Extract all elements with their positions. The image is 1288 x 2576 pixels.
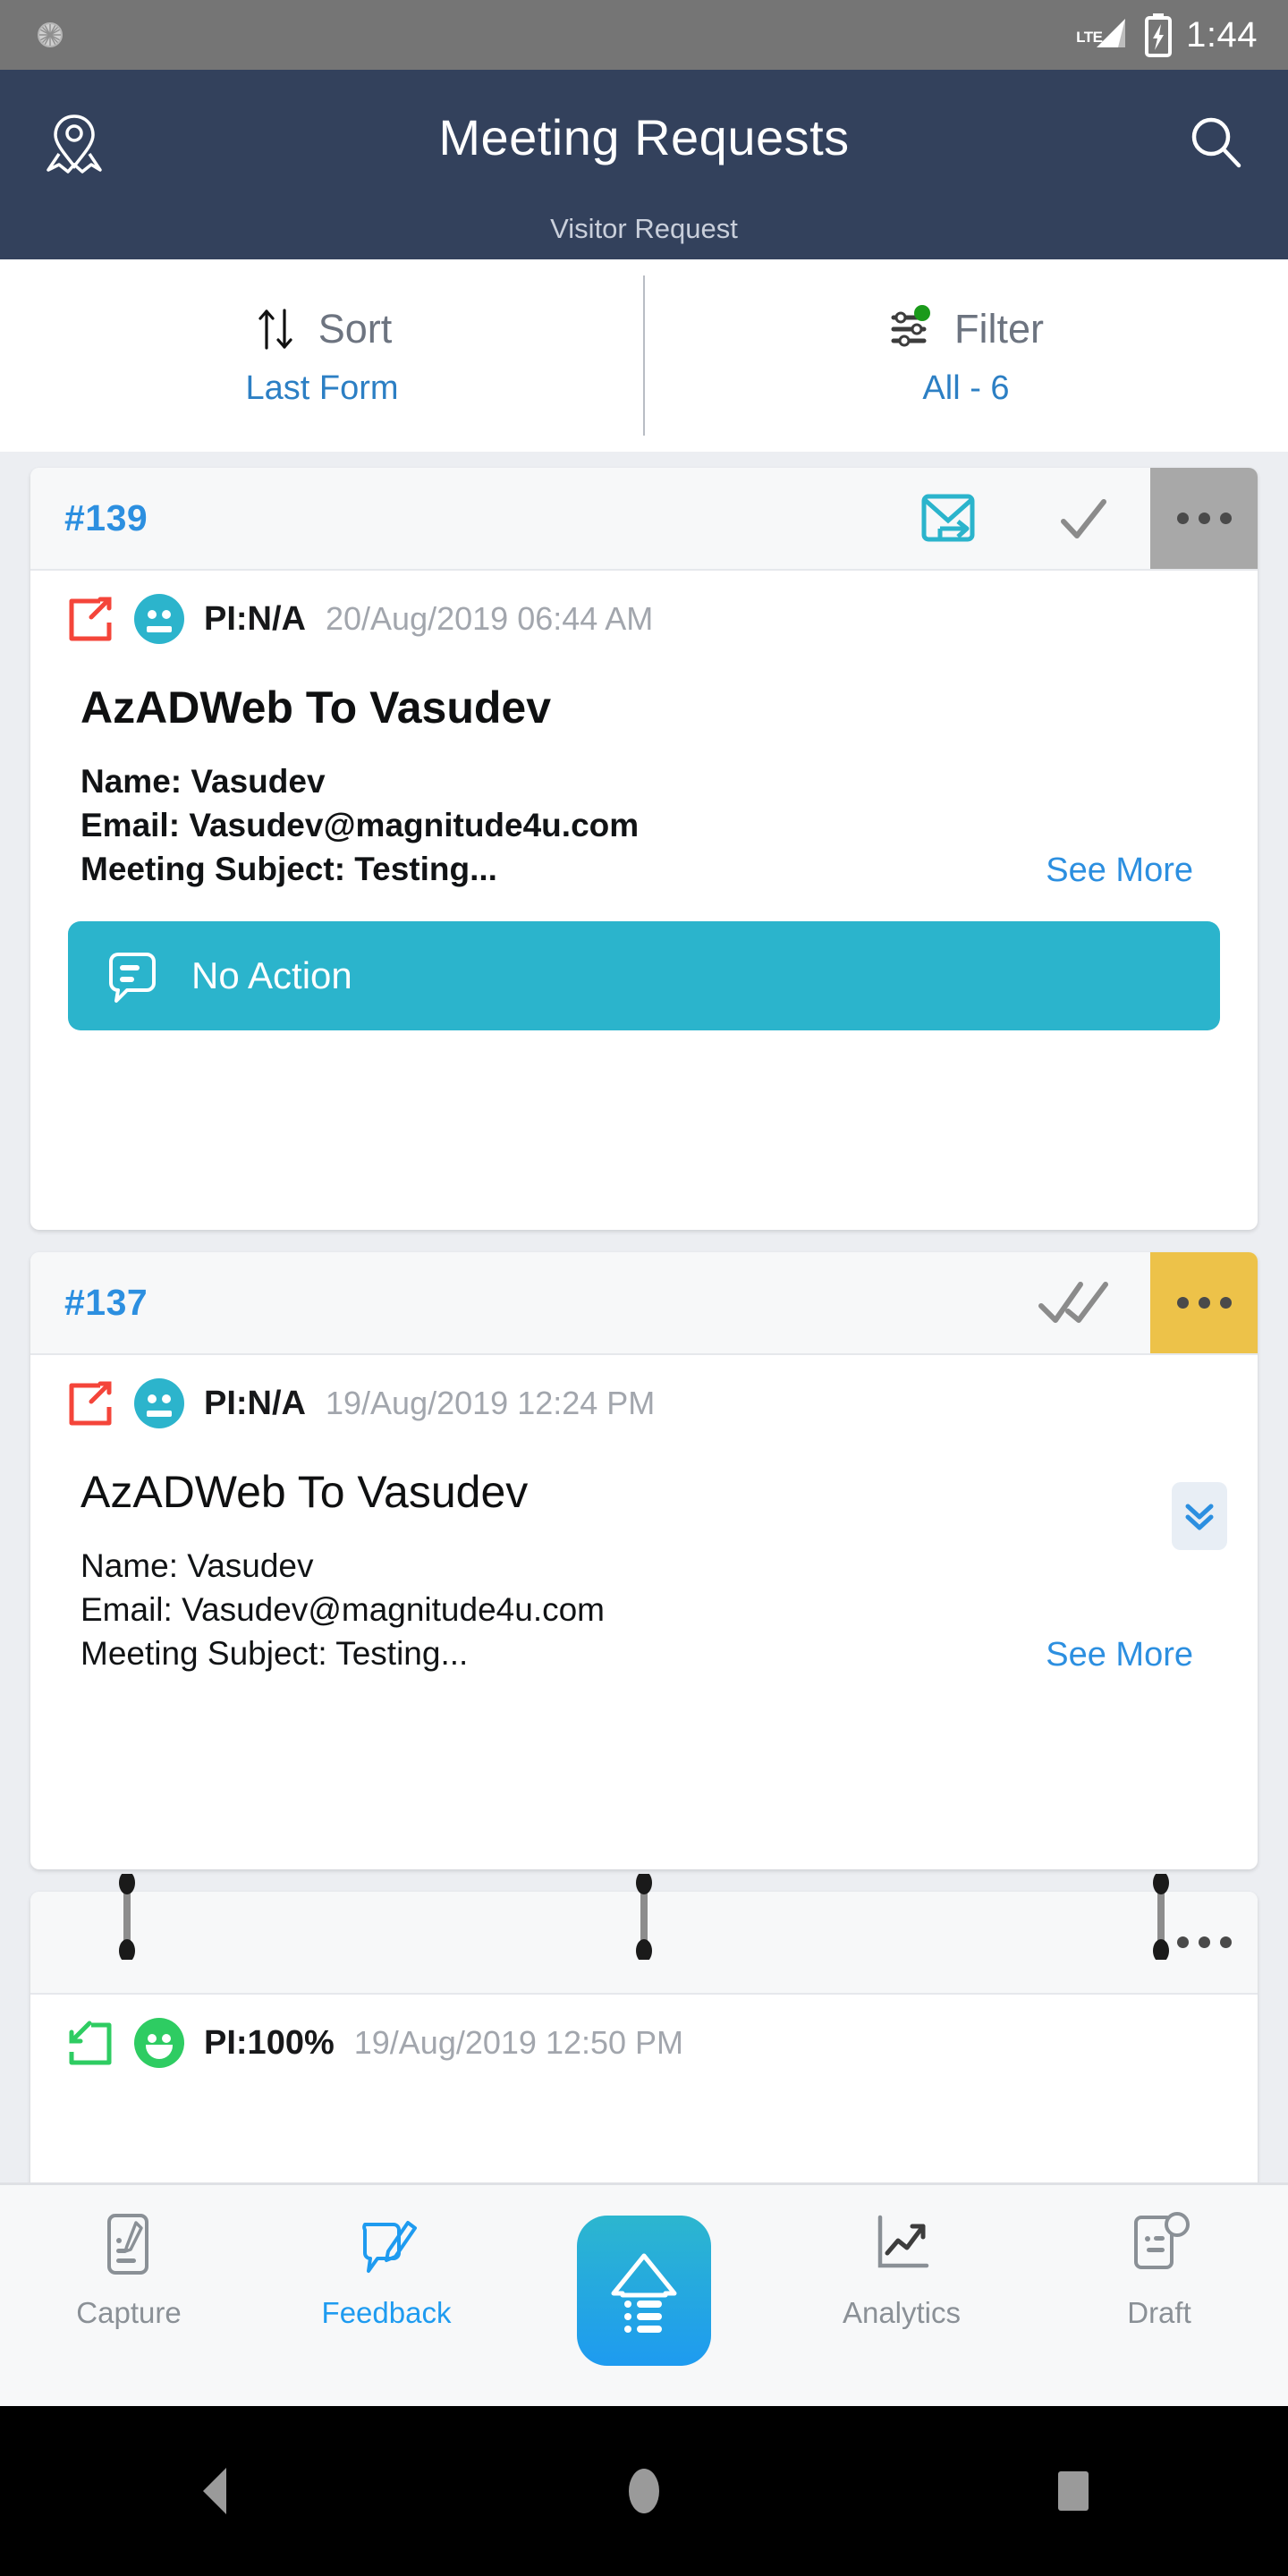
no-action-button[interactable]: No Action xyxy=(68,921,1220,1031)
no-action-label: No Action xyxy=(191,954,352,997)
request-id[interactable]: #137 xyxy=(64,1282,148,1324)
see-more-link[interactable]: See More xyxy=(1046,852,1193,890)
detail-line: Name: Vasudev xyxy=(80,763,326,800)
request-title: AzADWeb To Vasudev xyxy=(80,1467,529,1517)
home-circle-icon xyxy=(629,2469,659,2513)
timestamp: 19/Aug/2019 12:24 PM xyxy=(326,1385,656,1421)
capture-note-icon xyxy=(107,2214,148,2275)
card-meta-row: PI:100% 19/Aug/2019 12:50 PM xyxy=(30,1995,1258,2068)
card-meta-row: PI:N/A 19/Aug/2019 12:24 PM xyxy=(30,1355,1258,1428)
page-subtitle: Visitor Request xyxy=(550,213,738,244)
nav-item-home[interactable] xyxy=(515,2185,773,2406)
home-center-button[interactable] xyxy=(577,2216,711,2366)
brightness-sun-icon xyxy=(38,22,63,47)
sort-arrows-icon xyxy=(258,309,292,350)
card-header: #137 xyxy=(30,1252,1258,1355)
timestamp: 19/Aug/2019 12:50 PM xyxy=(353,2024,684,2061)
app-bar: Meeting Requests Visitor Request xyxy=(0,70,1288,259)
drag-handle[interactable] xyxy=(1148,1874,1174,1960)
drag-handle[interactable] xyxy=(114,1874,140,1960)
status-bar-left xyxy=(30,15,70,55)
search-icon[interactable] xyxy=(1186,113,1245,172)
pi-value: PI:N/A xyxy=(204,1384,306,1422)
card-more-button[interactable] xyxy=(1150,468,1258,569)
nav-label-draft: Draft xyxy=(1127,2296,1191,2329)
more-dots-icon xyxy=(1176,513,1232,524)
request-id[interactable]: #139 xyxy=(64,497,148,539)
back-triangle-icon xyxy=(203,2468,226,2514)
request-card[interactable]: #139 PI:N/A 20/Aug/2019 06:44 AM AzADWeb… xyxy=(30,468,1258,1230)
pi-value: PI:N/A xyxy=(204,599,306,638)
feedback-pencil-icon xyxy=(362,2221,417,2273)
battery-charging-icon xyxy=(1145,13,1173,57)
filter-sliders-icon xyxy=(891,305,930,347)
status-bar: LTE 1:44 xyxy=(0,0,1288,70)
status-bar-right: LTE 1:44 xyxy=(1073,13,1258,57)
clock-label: 1:44 xyxy=(1186,14,1258,55)
home-list-icon xyxy=(611,2253,677,2333)
card-meta-row: PI:N/A 20/Aug/2019 06:44 AM xyxy=(30,571,1258,644)
sort-value[interactable]: Last Form xyxy=(245,369,398,408)
mail-forward-icon[interactable] xyxy=(882,487,1016,551)
android-recents-button[interactable] xyxy=(859,2471,1288,2511)
phone-screen: LTE 1:44 Meeting Requests Visitor Reques… xyxy=(0,0,1288,2576)
double-check-icon[interactable] xyxy=(1016,1274,1150,1333)
more-dots-icon xyxy=(1176,1297,1232,1309)
comment-lines-icon xyxy=(109,953,156,1004)
pi-value: PI:100% xyxy=(204,2023,335,2062)
page-title: Meeting Requests xyxy=(438,108,850,165)
recents-square-icon xyxy=(1058,2471,1089,2511)
filter-value[interactable]: All - 6 xyxy=(922,369,1009,408)
sort-label: Sort xyxy=(318,306,393,352)
see-more-link[interactable]: See More xyxy=(1046,1636,1193,1674)
expand-card-button[interactable] xyxy=(1172,1482,1227,1550)
sort-top-row: Sort xyxy=(252,303,393,355)
drag-handle[interactable] xyxy=(631,1874,657,1960)
nav-label-feedback: Feedback xyxy=(321,2296,452,2329)
nav-label-capture: Capture xyxy=(76,2296,182,2329)
nav-item-analytics[interactable]: Analytics xyxy=(773,2185,1030,2406)
request-list[interactable]: #139 PI:N/A 20/Aug/2019 06:44 AM AzADWeb… xyxy=(0,452,1288,2182)
inbound-arrow-icon xyxy=(69,2021,112,2065)
request-details: Name: Vasudev Email: Vasudev@magnitude4u… xyxy=(80,760,1258,891)
timestamp: 20/Aug/2019 06:44 AM xyxy=(326,600,654,637)
chevron-double-down-icon xyxy=(1185,1504,1214,1530)
neutral-face-icon xyxy=(134,594,184,644)
neutral-face-icon xyxy=(134,1378,184,1428)
outbound-arrow-icon xyxy=(69,597,112,641)
request-details: Name: Vasudev Email: Vasudev@magnitude4u… xyxy=(80,1545,1258,1675)
sort-filter-bar: Sort Last Form Filter All - 6 xyxy=(0,259,1288,452)
single-check-icon[interactable] xyxy=(1016,489,1150,548)
sort-control[interactable]: Sort Last Form xyxy=(0,259,644,452)
nav-item-feedback[interactable]: Feedback xyxy=(258,2185,515,2406)
detail-line: Email: Vasudev@magnitude4u.com xyxy=(80,806,640,843)
analytics-chart-icon xyxy=(877,2215,929,2268)
detail-line: Name: Vasudev xyxy=(80,1547,314,1584)
more-dots-icon xyxy=(1176,1936,1232,1948)
nav-label-analytics: Analytics xyxy=(842,2296,962,2329)
happy-face-icon xyxy=(134,2018,184,2068)
signal-bars-icon: LTE xyxy=(1073,15,1131,55)
filter-active-badge xyxy=(914,305,930,321)
android-back-button[interactable] xyxy=(0,2468,429,2514)
filter-label: Filter xyxy=(954,306,1044,352)
android-navigation-bar xyxy=(0,2406,1288,2576)
card-header: #139 xyxy=(30,468,1258,571)
nav-item-capture[interactable]: Capture xyxy=(0,2185,258,2406)
card-header-actions xyxy=(882,468,1258,569)
nav-item-draft[interactable]: Draft xyxy=(1030,2185,1288,2406)
card-more-button[interactable] xyxy=(1150,1252,1258,1353)
outbound-arrow-icon xyxy=(69,1381,112,1426)
detail-line: Email: Vasudev@magnitude4u.com xyxy=(80,1590,606,1628)
request-card[interactable]: #137 PI:N/A 19/Aug/2019 12:24 PM AzADWeb… xyxy=(30,1252,1258,1869)
app-bar-row: Meeting Requests xyxy=(0,70,1288,204)
filter-control[interactable]: Filter All - 6 xyxy=(644,259,1288,452)
request-title: AzADWeb To Vasudev xyxy=(80,682,552,733)
android-home-button[interactable] xyxy=(429,2469,859,2513)
filter-top-row: Filter xyxy=(888,303,1044,355)
draft-document-icon xyxy=(1134,2212,1190,2269)
card-header-actions xyxy=(1016,1252,1258,1353)
bottom-navigation: Capture Feedback Analytics Draft xyxy=(0,2182,1288,2406)
